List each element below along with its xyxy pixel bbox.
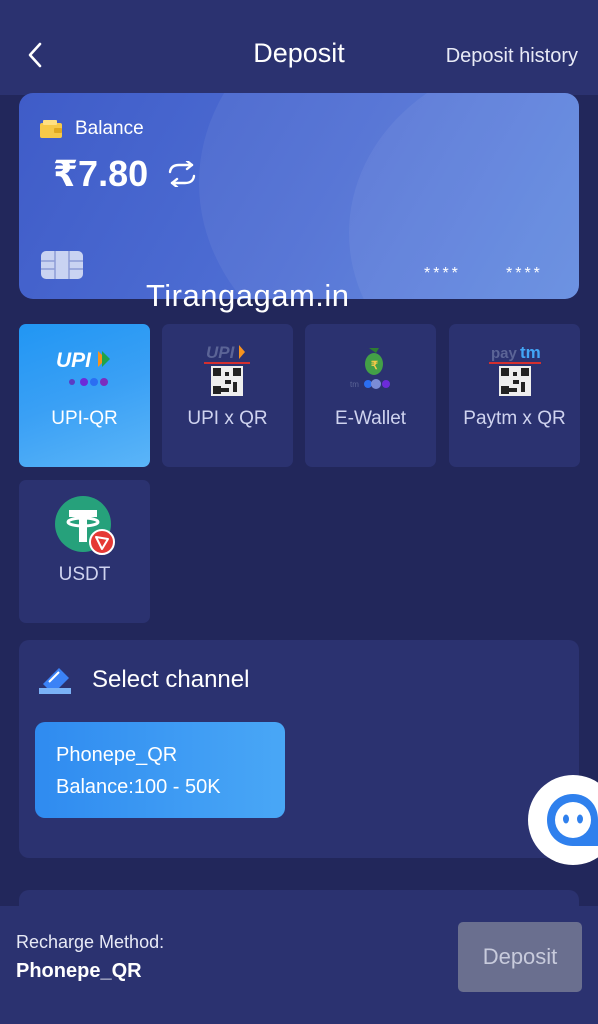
- method-label: USDT: [58, 564, 111, 585]
- usdt-icon: [54, 496, 115, 555]
- upi-qr-icon: UPI: [203, 343, 250, 396]
- method-tile-upi-qr[interactable]: UPI UPI-QR: [19, 324, 150, 467]
- refresh-icon[interactable]: [165, 161, 199, 187]
- balance-card: Balance ₹7.80 **** ****: [19, 93, 579, 299]
- card-chip-icon: [41, 251, 83, 279]
- paytm-qr-icon: pay tm: [488, 343, 541, 396]
- channel-range: Balance:100 - 50K: [56, 776, 221, 798]
- recharge-method-caption: Recharge Method:: [16, 932, 165, 952]
- svg-text:UPI: UPI: [56, 349, 92, 372]
- method-label: Paytm x QR: [463, 408, 566, 429]
- svg-text:UPI: UPI: [206, 343, 236, 362]
- card-number-mask: ****: [506, 265, 543, 282]
- channel-name: Phonepe_QR: [56, 744, 178, 766]
- bottom-bar: Recharge Method: Phonepe_QR Deposit: [0, 906, 598, 1024]
- recharge-method-value: Phonepe_QR: [16, 960, 142, 982]
- svg-text:pay: pay: [491, 345, 518, 362]
- chat-bot-icon: [547, 794, 598, 846]
- method-label: UPI-QR: [51, 408, 118, 429]
- deposit-history-link[interactable]: Deposit history: [446, 45, 578, 68]
- card-number-mask: ****: [424, 265, 461, 282]
- deposit-button[interactable]: Deposit: [458, 922, 582, 992]
- channel-option-phonepe-qr[interactable]: Phonepe_QR Balance:100 - 50K: [35, 722, 285, 818]
- select-channel-title: Select channel: [92, 666, 250, 693]
- method-label: E-Wallet: [334, 408, 407, 429]
- method-tile-usdt[interactable]: USDT: [19, 480, 150, 623]
- method-tile-e-wallet[interactable]: ₹ tm E-Wallet: [305, 324, 436, 467]
- svg-text:₹: ₹: [371, 360, 378, 372]
- e-wallet-icon: ₹ tm: [350, 348, 390, 389]
- balance-amount: ₹7.80: [53, 153, 149, 194]
- upi-icon: UPI: [56, 349, 110, 386]
- wallet-icon: [40, 120, 62, 138]
- method-tile-upi-x-qr[interactable]: UPI UPI x QR: [162, 324, 293, 467]
- svg-text:tm: tm: [520, 343, 541, 362]
- card-channel-icon: [39, 668, 71, 694]
- select-channel-panel: Select channel Phonepe_QR Balance:100 - …: [19, 640, 579, 858]
- balance-label: Balance: [75, 118, 144, 139]
- svg-text:tm: tm: [350, 380, 359, 389]
- top-bar: Deposit Deposit history: [0, 0, 598, 95]
- method-label: UPI x QR: [187, 408, 268, 429]
- watermark-text: Tirangagam.in: [146, 278, 350, 313]
- method-tile-paytm-x-qr[interactable]: pay tm Paytm x QR: [449, 324, 580, 467]
